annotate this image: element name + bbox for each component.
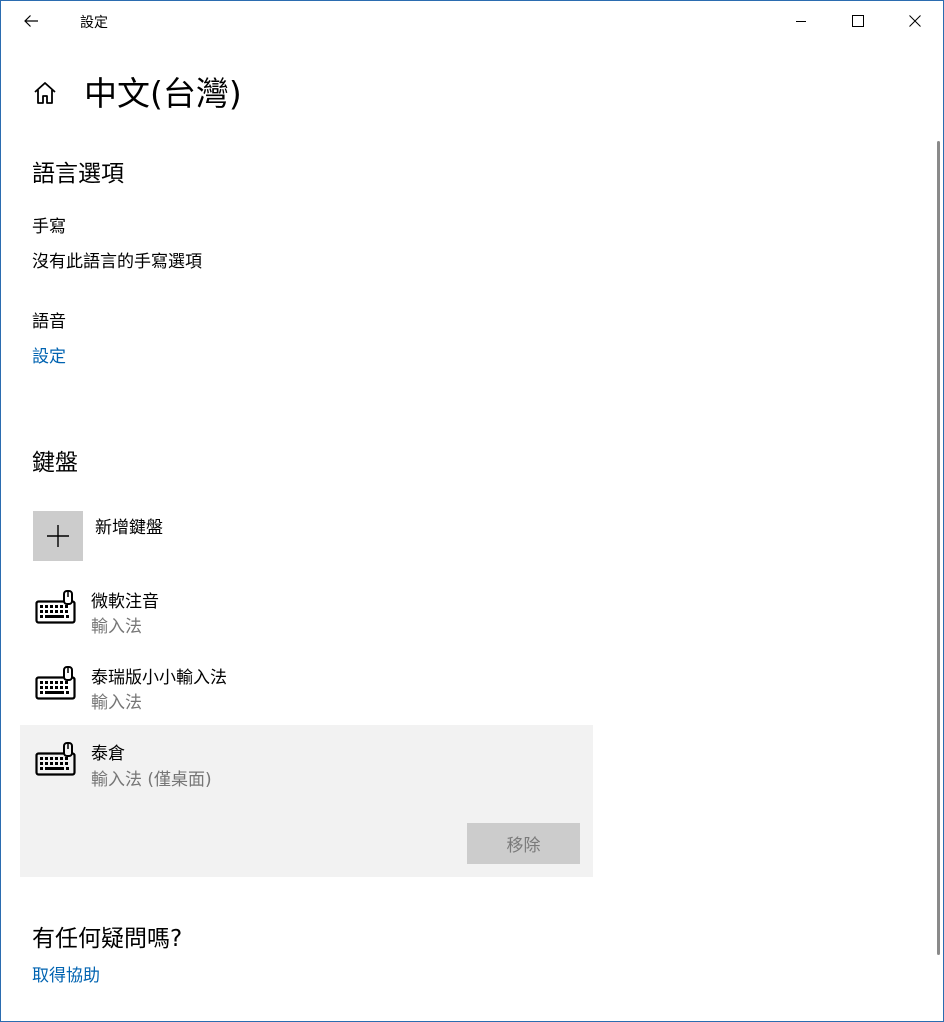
title-bar: 設定 — [1, 1, 943, 41]
keyboards-heading: 鍵盤 — [32, 450, 78, 476]
speech-settings-link[interactable]: 設定 — [32, 342, 66, 367]
keyboard-name: 泰瑞版小小輸入法 — [91, 668, 227, 688]
remove-button[interactable]: 移除 — [467, 823, 580, 864]
keyboard-name: 微軟注音 — [91, 592, 159, 612]
handwriting-status: 沒有此語言的手寫選項 — [32, 252, 202, 272]
keyboard-icon — [35, 742, 76, 776]
keyboard-icon — [35, 590, 76, 624]
settings-window: 設定 中文(台灣) 語言選項 手寫 沒有此語言的手寫選項 語音 設定 鍵盤 新增… — [0, 0, 944, 1022]
add-keyboard-button[interactable] — [33, 511, 83, 561]
maximize-button[interactable] — [829, 1, 886, 41]
keyboard-name: 泰倉 — [91, 744, 125, 764]
vertical-scrollbar[interactable] — [937, 141, 940, 955]
keyboard-item-microsoft-bopomofo[interactable]: 微軟注音 輸入法 — [20, 575, 593, 645]
page-title: 中文(台灣) — [84, 74, 242, 113]
keyboard-type: 輸入法 (僅桌面) — [91, 770, 212, 790]
window-title: 設定 — [80, 15, 108, 31]
keyboard-icon — [35, 666, 76, 700]
maximize-icon — [851, 15, 864, 27]
back-arrow-icon — [24, 15, 38, 27]
minimize-icon — [795, 21, 806, 22]
minimize-button[interactable] — [772, 1, 829, 41]
close-button[interactable] — [886, 1, 943, 41]
language-options-heading: 語言選項 — [32, 161, 124, 187]
speech-label: 語音 — [32, 312, 66, 332]
keyboard-item-taicang[interactable]: 泰倉 輸入法 (僅桌面) 移除 — [20, 725, 593, 877]
plus-icon — [47, 525, 69, 547]
help-heading: 有任何疑問嗎? — [32, 926, 183, 952]
home-button[interactable] — [31, 79, 59, 107]
add-keyboard-label[interactable]: 新增鍵盤 — [95, 513, 163, 538]
keyboard-type: 輸入法 — [91, 693, 142, 713]
keyboard-item-tarn-small-ime[interactable]: 泰瑞版小小輸入法 輸入法 — [20, 651, 593, 721]
home-icon — [34, 82, 56, 104]
back-button[interactable] — [13, 3, 49, 39]
get-help-link[interactable]: 取得協助 — [32, 961, 100, 986]
keyboard-type: 輸入法 — [91, 617, 142, 637]
close-icon — [908, 15, 921, 27]
handwriting-label: 手寫 — [32, 217, 66, 237]
